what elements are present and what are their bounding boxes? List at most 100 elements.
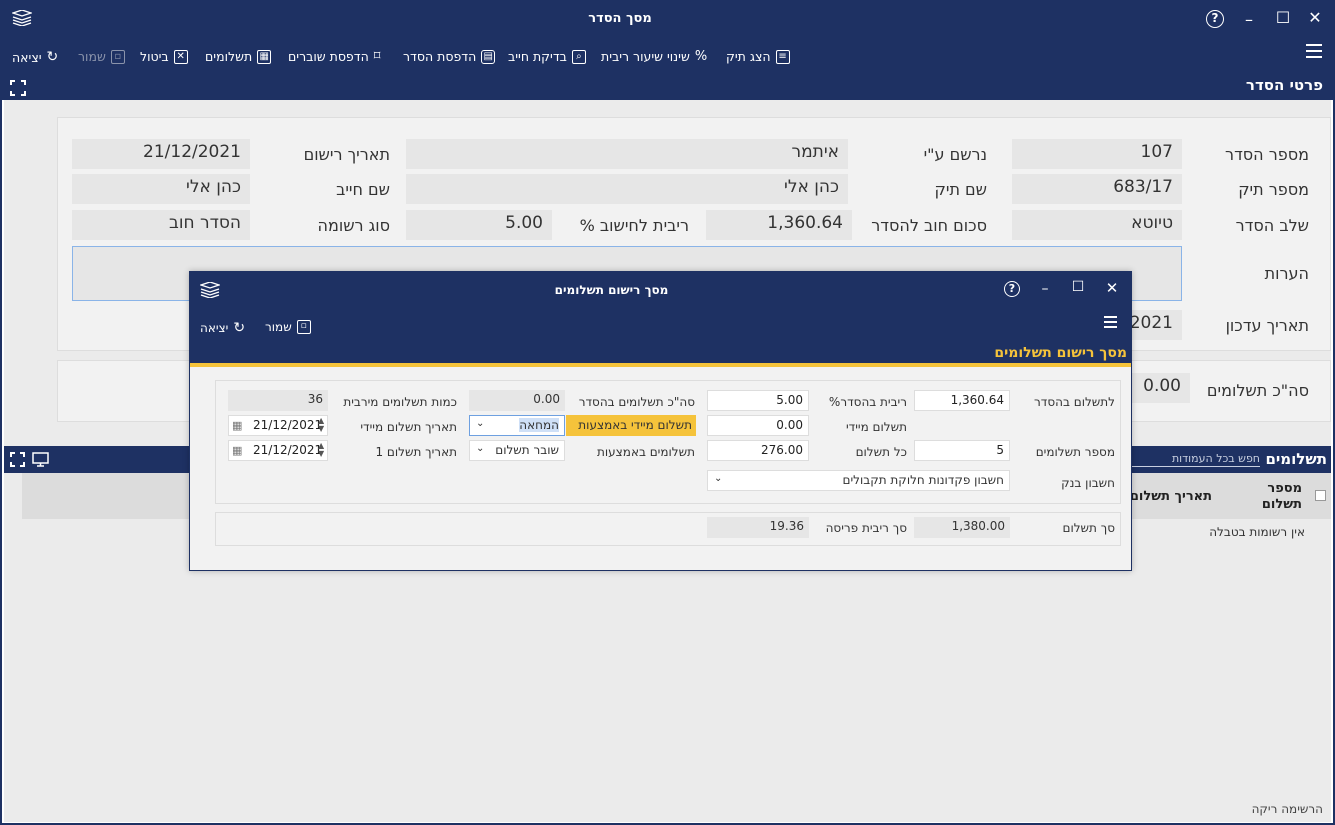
save-button[interactable]: שמור ▫ <box>78 49 125 64</box>
dialog-minimize-button[interactable]: – <box>1038 281 1052 297</box>
immediate-date-value: 21/12/2021 <box>253 418 323 432</box>
exit-button[interactable]: יציאה ↻ <box>12 49 58 65</box>
record-type-label: סוג רשומה <box>317 216 390 235</box>
payments-label: תשלומים <box>205 49 253 64</box>
dialog-exit-button[interactable]: יציאה ↻ <box>200 320 245 336</box>
dialog-save-button[interactable]: שמור ▫ <box>265 320 311 334</box>
check-debtor-button[interactable]: בדיקת חייב ⌕ <box>508 49 586 64</box>
dialog-help-icon[interactable]: ? <box>1004 281 1020 297</box>
payments-search-input[interactable]: חפש בכל העמודות <box>1130 452 1260 467</box>
chevron-down-icon: ⌄ <box>714 473 723 484</box>
dialog-title: מסך רישום תשלומים <box>554 283 669 297</box>
dialog-header: מסך רישום תשלומים <box>994 345 1127 361</box>
percent-icon: % <box>694 49 708 64</box>
change-interest-button[interactable]: שינוי שיעור ריבית% <box>601 49 707 64</box>
cancel-button[interactable]: ביטול ✕ <box>140 49 188 64</box>
calendar-icon: ▦ <box>232 444 243 457</box>
registered-by-label: נרשם ע"י <box>923 145 987 164</box>
payments-by-value: שובר תשלום <box>495 443 559 457</box>
voucher-icon: ⌑ <box>373 49 381 64</box>
spread-interest-field: 19.36 <box>707 517 809 538</box>
close-button[interactable]: ✕ <box>1306 8 1324 27</box>
minimize-button[interactable]: – <box>1240 10 1258 29</box>
col-payment-date[interactable]: תאריך תשלום <box>1130 489 1212 504</box>
registration-date-label: תאריך רישום <box>303 145 390 164</box>
immediate-payment-field[interactable]: 0.00 <box>707 415 809 436</box>
monitor-icon[interactable] <box>32 452 49 467</box>
notes-label: הערות <box>1264 264 1309 283</box>
dialog-menu-icon[interactable] <box>1104 316 1117 328</box>
expand-icon[interactable] <box>10 80 26 96</box>
print-settlement-label: הדפסת הסדר <box>403 49 477 64</box>
help-icon[interactable]: ? <box>1206 10 1224 28</box>
settlement-payment-label: לתשלום בהסדר <box>1034 395 1115 409</box>
num-payments-label: מספר תשלומים <box>1035 445 1115 459</box>
section-title: פרטי הסדר <box>1245 76 1323 94</box>
change-interest-label: שינוי שיעור ריבית <box>601 49 690 64</box>
search-doc-icon: ⌕ <box>571 49 586 64</box>
bank-account-value: חשבון פקדונות חלוקת תקבולים <box>842 473 1004 487</box>
immediate-by-label: תשלום מיידי באמצעות <box>566 415 696 436</box>
calendar-icon: ▦ <box>232 419 243 432</box>
registered-by-field: איתמר <box>406 139 848 169</box>
settlement-interest-field[interactable]: 5.00 <box>707 390 809 411</box>
payments-title: תשלומים <box>1265 450 1327 468</box>
payments-by-select[interactable]: שובר תשלום ⌄ <box>469 440 565 461</box>
print-settlement-button[interactable]: הדפסת הסדר ▤ <box>403 49 496 64</box>
calculator-icon: ▦ <box>257 49 272 64</box>
immediate-date-label: תאריך תשלום מיידי <box>360 420 457 434</box>
expand-payments-icon[interactable] <box>10 452 25 467</box>
num-payments-field[interactable]: 5 <box>914 440 1010 461</box>
spread-interest-label: סך ריבית פריסה <box>825 521 907 535</box>
first-payment-date-label: תאריך תשלום 1 <box>375 445 457 459</box>
cancel-icon: ✕ <box>173 49 188 64</box>
each-payment-field[interactable]: 276.00 <box>707 440 809 461</box>
payment-total-label: סך תשלום <box>1062 521 1116 535</box>
dialog-maximize-button[interactable]: ☐ <box>1070 279 1086 295</box>
show-file-button[interactable]: הצג תיק ≡ <box>726 49 790 64</box>
immediate-date-picker[interactable]: ▦ 21/12/2021 ▲ ▼ <box>228 415 328 436</box>
dialog-save-label: שמור <box>265 320 292 334</box>
settlement-number-label: מספר הסדר <box>1225 145 1309 164</box>
list-footer: הרשימה ריקה <box>1251 802 1323 816</box>
total-settlement-payments-field: 0.00 <box>469 390 565 411</box>
stage-label: שלב הסדר <box>1235 216 1309 235</box>
exit-icon: ↻ <box>46 49 59 65</box>
interest-label: % ריבית לחישוב <box>579 216 689 235</box>
save-label: שמור <box>78 49 106 64</box>
first-payment-date-picker[interactable]: ▦ 21/12/2021 ▲ ▼ <box>228 440 328 461</box>
debtor-name-field: כהן אלי <box>72 174 250 204</box>
maximize-button[interactable]: ☐ <box>1274 8 1292 27</box>
check-debtor-label: בדיקת חייב <box>508 49 567 64</box>
spinner-icon[interactable]: ▲ ▼ <box>318 417 324 433</box>
file-name-field: כהן אלי <box>406 174 848 204</box>
settlement-interest-label: %ריבית בהסדר <box>828 395 907 409</box>
menu-icon[interactable] <box>1306 44 1322 58</box>
max-payments-field: 36 <box>228 390 328 411</box>
col-payment-number[interactable]: מספר תשלום <box>1242 481 1302 513</box>
printer-icon: ▤ <box>481 49 496 64</box>
dialog-exit-icon: ↻ <box>233 320 246 336</box>
print-vouchers-label: הדפסת שוברים <box>288 49 369 64</box>
print-vouchers-button[interactable]: הדפסת שוברים ⌑ <box>288 49 380 64</box>
show-file-label: הצג תיק <box>726 49 771 64</box>
select-all-checkbox[interactable] <box>1315 490 1326 501</box>
spinner-icon[interactable]: ▲ ▼ <box>318 442 324 458</box>
interest-field: 5.00 <box>406 210 552 240</box>
save-icon: ▫ <box>110 49 125 64</box>
title-bar: מסך הסדר ? – ☐ ✕ <box>0 0 1335 38</box>
dialog-close-button[interactable]: ✕ <box>1104 279 1120 297</box>
total-payments-label: סה"כ תשלומים <box>1206 381 1309 400</box>
total-settlement-payments-label: סה"כ תשלומים בהסדר <box>578 395 695 409</box>
file-number-field: 683/17 <box>1012 174 1182 204</box>
each-payment-label: כל תשלום <box>855 445 907 459</box>
debtor-name-label: שם חייב <box>336 180 390 199</box>
settlement-payment-field[interactable]: 1,360.64 <box>914 390 1010 411</box>
immediate-by-select[interactable]: המחאה ⌄ <box>469 415 565 436</box>
exit-label: יציאה <box>12 49 42 65</box>
bank-account-label: חשבון בנק <box>1061 476 1115 490</box>
settlement-number-field: 107 <box>1012 139 1182 169</box>
payments-button[interactable]: תשלומים ▦ <box>205 49 272 64</box>
bank-account-select[interactable]: חשבון פקדונות חלוקת תקבולים ⌄ <box>707 470 1010 491</box>
immediate-payment-label: תשלום מיידי <box>845 420 907 434</box>
